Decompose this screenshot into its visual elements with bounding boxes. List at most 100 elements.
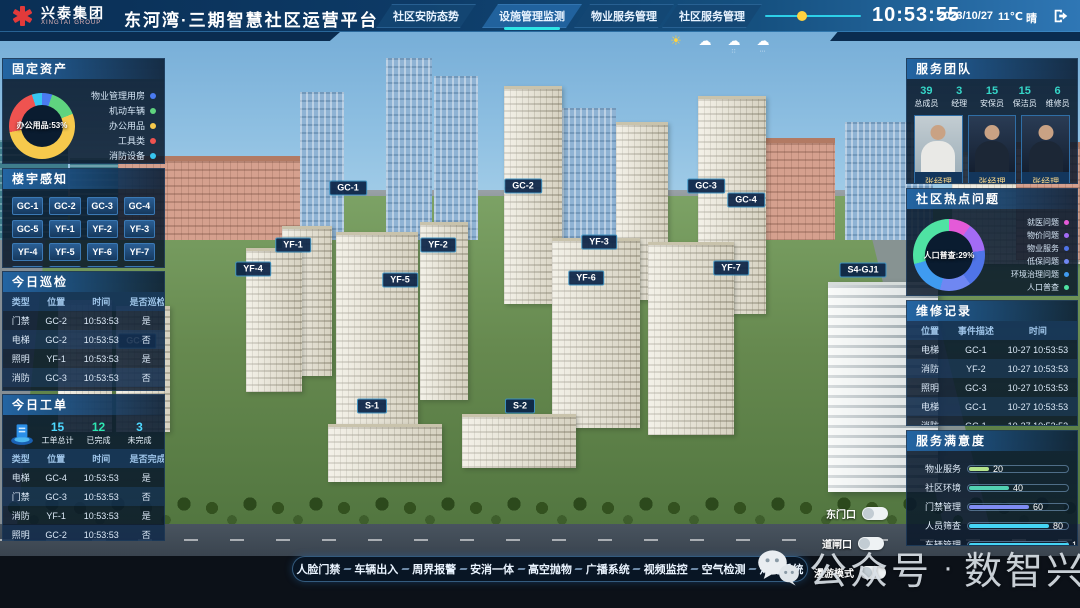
legend-item: 物业管理用房	[81, 88, 156, 103]
building-label[interactable]: GC-3	[687, 179, 725, 194]
building-button[interactable]: S-1	[12, 266, 43, 268]
building-button[interactable]: YF-6	[87, 243, 118, 261]
building-grid: GC-1 GC-2 GC-3 GC-4 GC-5 YF-1 YF-2 YF-3 …	[3, 189, 164, 268]
table-row: 门禁GC-210:53:53是	[3, 311, 164, 330]
exit-icon[interactable]	[1052, 7, 1070, 25]
nav-video-monitor[interactable]: 视频监控	[644, 561, 688, 577]
scene-building	[434, 76, 478, 240]
building-button[interactable]: YF-2	[87, 220, 118, 238]
table-row: 照明YF-110:53:53是	[3, 349, 164, 368]
building-button[interactable]: S4-GJ1	[124, 266, 155, 268]
table-row: 电梯GC-210:53:53是	[3, 387, 164, 391]
building-button[interactable]: S-3	[87, 266, 118, 268]
building-label[interactable]: YF-6	[568, 271, 604, 286]
member-card[interactable]: 张经理 经理	[914, 115, 963, 184]
nav-separator	[575, 568, 583, 570]
member-card[interactable]: 张经理 经理	[968, 115, 1017, 184]
cell: GC-3	[953, 378, 999, 397]
cell: 10:53:53	[74, 311, 129, 330]
bar-label: 人员筛查	[915, 519, 961, 532]
building-label[interactable]: YF-4	[235, 262, 271, 277]
slider-handle[interactable]	[797, 11, 807, 21]
logo-text-cn: 兴泰集团	[41, 6, 105, 20]
tab-community-service[interactable]: 社区服务管理	[662, 4, 762, 28]
table-row: 电梯GC-410:53:53是	[3, 468, 164, 487]
col-header: 事件描述	[953, 321, 999, 340]
building-label[interactable]: S-1	[357, 399, 387, 414]
cell: 电梯	[907, 397, 953, 416]
team-stats: 39总成员 3经理 15安保员 15保洁员 6维修员	[907, 79, 1077, 113]
building-label[interactable]: GC-4	[727, 193, 765, 208]
building-button[interactable]: YF-7	[124, 243, 155, 261]
nav-perimeter-alarm[interactable]: 周界报警	[412, 561, 456, 577]
panel-title: 服务团队	[907, 59, 1077, 79]
col-header: 时间	[74, 449, 129, 468]
member-card[interactable]: 张经理 经理	[1021, 115, 1070, 184]
cell: GC-2	[38, 311, 73, 330]
stat-label: 已完成	[80, 435, 117, 446]
nav-fire-safety[interactable]: 安消一体	[470, 561, 514, 577]
col-header: 位置	[907, 321, 953, 340]
header-bar: 兴泰集团 XINGTAI GROUP 东河湾·三期智慧社区运营平台 社区安防态势…	[0, 0, 1080, 32]
panel-satisfaction: 服务满意度 物业服务 20 社区环境 40 门禁管理 60 人员筛查 80 车辆…	[906, 430, 1078, 546]
tab-facility-monitoring[interactable]: 设施管理监测	[482, 4, 582, 28]
member-name: 张经理	[915, 175, 962, 184]
legend-item: 物业服务	[991, 242, 1069, 255]
table-row: 消防YF-110:53:53是	[3, 506, 164, 525]
building-button[interactable]: YF-1	[49, 220, 80, 238]
building-label[interactable]: YF-2	[420, 238, 456, 253]
stat-label: 经理	[943, 98, 976, 109]
panel-service-team: 服务团队 39总成员 3经理 15安保员 15保洁员 6维修员 张经理 经理 张…	[906, 58, 1078, 184]
stat-undone: 3未完成	[121, 420, 158, 446]
nav-broadcast[interactable]: 广播系统	[586, 561, 630, 577]
legend-dot	[1064, 233, 1069, 238]
building-label[interactable]: S4-GJ1	[839, 263, 886, 278]
building-button[interactable]: S-2	[49, 266, 80, 268]
table-row: 消防YF-210-27 10:53:53	[907, 359, 1077, 378]
nav-face-access[interactable]: 人脸门禁	[296, 561, 340, 577]
bar-fill	[969, 524, 1049, 528]
building-label[interactable]: GC-2	[504, 179, 542, 194]
building-button[interactable]: YF-4	[12, 243, 43, 261]
col-header: 位置	[38, 292, 73, 311]
time-slider[interactable]	[765, 15, 861, 17]
building-button[interactable]: GC-1	[12, 197, 43, 215]
building-button[interactable]: GC-5	[12, 220, 43, 238]
building-button[interactable]: GC-3	[87, 197, 118, 215]
member-photo	[969, 116, 1016, 172]
building-button[interactable]: GC-4	[124, 197, 155, 215]
stat-value: 6	[1041, 85, 1074, 97]
cell: 电梯	[3, 330, 38, 349]
nav-air-quality[interactable]: 空气检测	[702, 561, 746, 577]
col-header: 是否巡检	[129, 292, 164, 311]
gate-toggle-east[interactable]: 东门口	[826, 506, 888, 521]
building-label[interactable]: YF-1	[275, 238, 311, 253]
legend-label: 物业服务	[1027, 243, 1059, 254]
nav-high-altitude[interactable]: 高空抛物	[528, 561, 572, 577]
building-label[interactable]: S-2	[505, 399, 535, 414]
building-label[interactable]: YF-7	[713, 261, 749, 276]
building-label[interactable]: YF-3	[581, 235, 617, 250]
toggle-switch[interactable]	[862, 507, 888, 520]
header-tail-right	[830, 32, 1080, 41]
tab-security-situation[interactable]: 社区安防态势	[376, 4, 476, 28]
building-button[interactable]: YF-3	[124, 220, 155, 238]
legend-item: 低保问题	[991, 255, 1069, 268]
nav-vehicle-access[interactable]: 车辆出入	[354, 561, 398, 577]
stat-label: 安保员	[976, 98, 1009, 109]
building-button[interactable]: GC-2	[49, 197, 80, 215]
fixed-assets-legend: 物业管理用房 机动车辆 办公用品 工具类 消防设备	[81, 88, 156, 163]
tab-property-service[interactable]: 物业服务管理	[574, 4, 674, 28]
toggle-knob	[863, 508, 874, 519]
stat: 15安保员	[976, 85, 1009, 109]
cell: GC-2	[38, 387, 73, 391]
building-label[interactable]: GC-1	[329, 181, 367, 196]
building-button[interactable]: YF-5	[49, 243, 80, 261]
stat-total: 15工单总计	[39, 420, 76, 446]
cell: 电梯	[3, 468, 38, 487]
panel-title: 今日工单	[3, 395, 164, 415]
building-label[interactable]: YF-5	[382, 273, 418, 288]
stat-value: 39	[910, 85, 943, 97]
stat: 6维修员	[1041, 85, 1074, 109]
legend-label: 人口普查	[1027, 282, 1059, 293]
